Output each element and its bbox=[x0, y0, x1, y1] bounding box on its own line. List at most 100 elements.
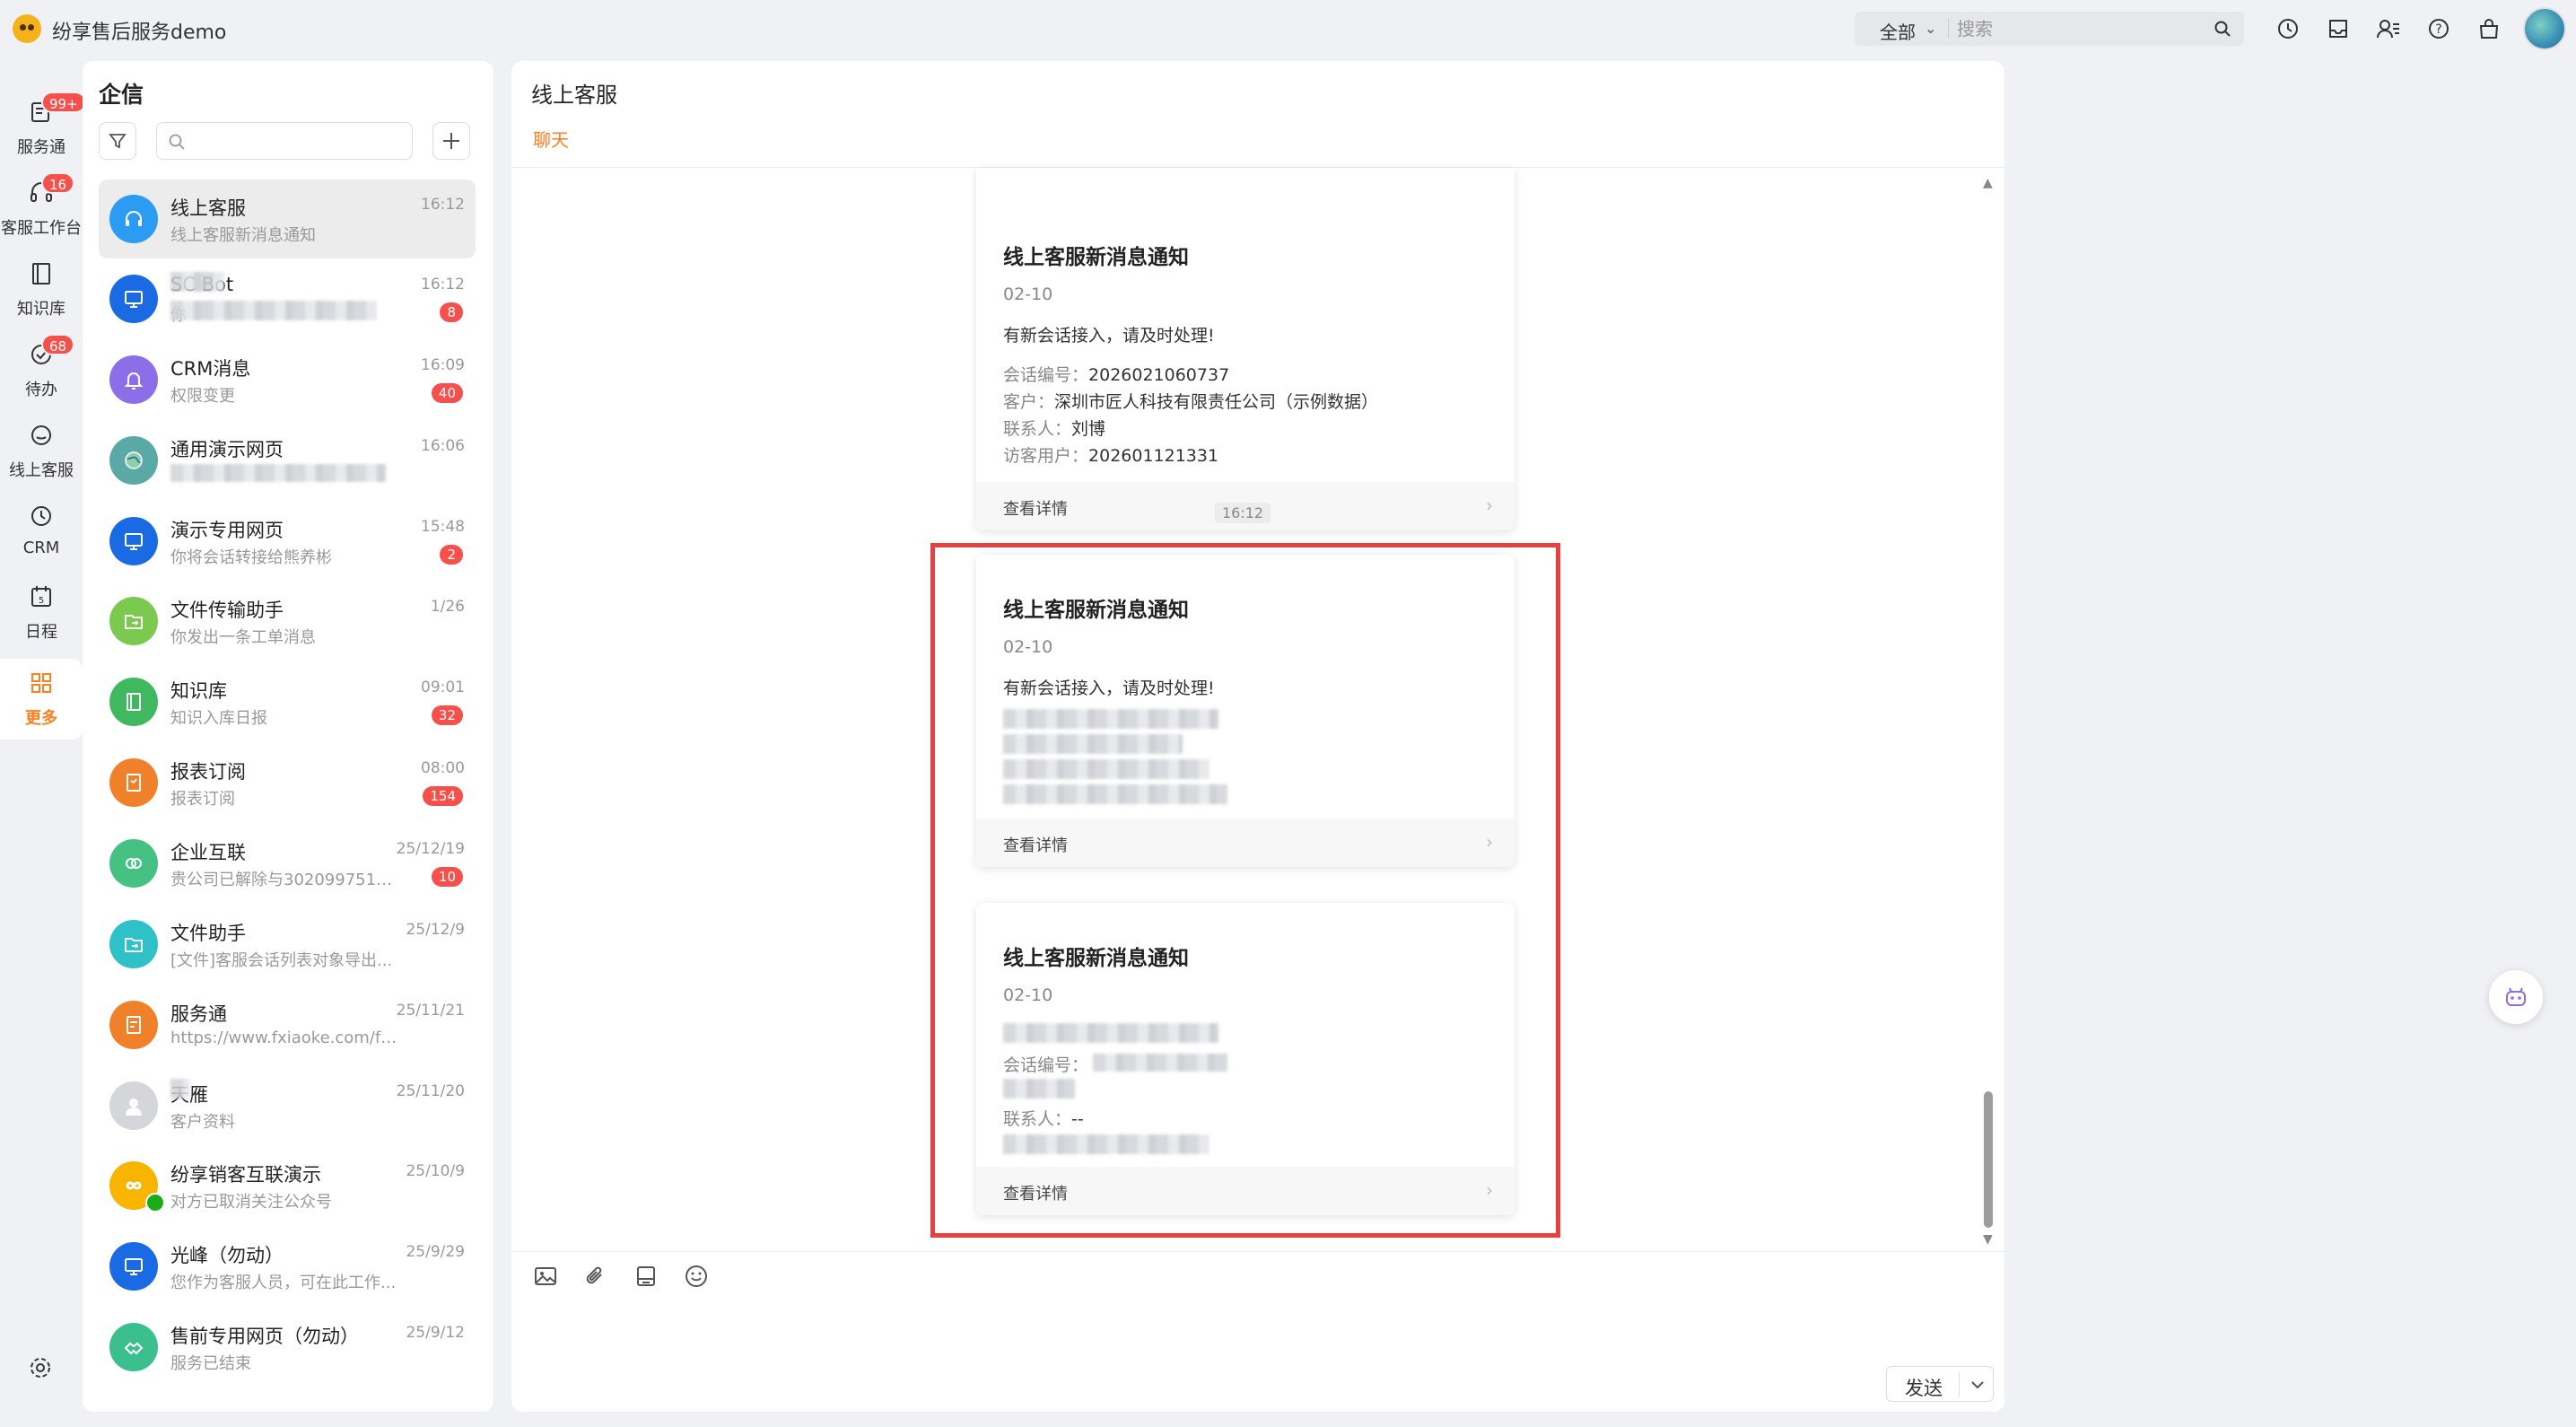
conversation-time: 16:12 bbox=[421, 196, 465, 214]
highlight-annotation-box bbox=[930, 543, 1560, 1238]
user-avatar[interactable] bbox=[2523, 7, 2566, 50]
conversation-item[interactable]: CRM消息 权限变更 16:09 40 bbox=[99, 340, 476, 419]
conversation-time: 16:06 bbox=[421, 437, 465, 455]
redacted-text bbox=[170, 272, 224, 292]
compose-toolbar bbox=[531, 1262, 711, 1294]
message-input[interactable] bbox=[531, 1303, 1967, 1375]
contacts-icon[interactable] bbox=[2374, 14, 2403, 43]
infinity-icon bbox=[126, 1181, 142, 1190]
nav-badge: 68 bbox=[41, 334, 75, 355]
card-field-contact: 联系人：刘博 bbox=[1003, 416, 1105, 440]
search-input[interactable] bbox=[1957, 15, 2190, 42]
conversation-item[interactable]: 服务通 https://www.fxiaoke.com/fsh5... 25/11/… bbox=[99, 985, 476, 1064]
conversation-search-input[interactable] bbox=[156, 122, 413, 160]
bell-icon bbox=[124, 372, 144, 390]
conversation-name: 售前专用网页（勿动） bbox=[170, 1326, 359, 1347]
search-icon[interactable] bbox=[2214, 20, 2231, 38]
handshake-icon bbox=[124, 1342, 144, 1355]
conversation-name: 通用演示网页 bbox=[170, 439, 284, 460]
conversation-time: 09:01 bbox=[421, 678, 465, 696]
send-button[interactable]: 发送 bbox=[1886, 1366, 1994, 1402]
attachment-icon[interactable] bbox=[581, 1262, 610, 1291]
ai-assistant-bot-icon[interactable] bbox=[2489, 970, 2543, 1024]
conversation-time: 25/9/12 bbox=[406, 1324, 465, 1342]
conversation-preview: 线上客服新消息通知 bbox=[170, 226, 316, 245]
conversation-item[interactable]: 文件助手 [文件]客服会话列表对象导出... 25/12/9 bbox=[99, 905, 476, 984]
conversation-item[interactable]: 演示专用网页 你将会话转接给熊养彬 15:48 2 bbox=[99, 502, 476, 581]
field-label: 联系人： bbox=[1003, 419, 1072, 439]
chat-title: 线上客服 bbox=[531, 83, 617, 108]
conversation-item[interactable]: 光峰（勿动） 您作为客服人员，可在此工作... 25/9/29 bbox=[99, 1227, 476, 1306]
nav-label: 日程 bbox=[25, 623, 57, 642]
filter-button[interactable] bbox=[99, 122, 136, 160]
quick-reply-icon[interactable] bbox=[632, 1262, 660, 1291]
conversation-item[interactable]: SC Bot你16:128 bbox=[99, 259, 476, 338]
add-conversation-button[interactable] bbox=[432, 122, 470, 160]
nav-item-service[interactable]: 99+ 服务通 bbox=[0, 88, 86, 169]
conversation-item[interactable]: 售前专用网页（勿动） 服务已结束 25/9/12 bbox=[99, 1308, 476, 1387]
inbox-icon[interactable] bbox=[2324, 14, 2353, 43]
svg-text:?: ? bbox=[2435, 22, 2441, 37]
grid-icon bbox=[31, 673, 51, 693]
conversation-name: 服务通 bbox=[170, 1003, 227, 1025]
conversation-item[interactable]: 纷享销客互联演示 对方已取消关注公众号 25/10/9 bbox=[99, 1146, 476, 1225]
conversation-item[interactable]: 线上客服 线上客服新消息通知 16:12 bbox=[99, 179, 476, 258]
chevron-down-icon[interactable]: ⌄ bbox=[1925, 20, 1936, 37]
conversation-item[interactable]: 企业互联 贵公司已解除与302099751的... 25/12/19 10 bbox=[99, 824, 476, 903]
filter-icon bbox=[109, 134, 127, 149]
conversation-avatar bbox=[109, 1001, 158, 1049]
left-nav: 99+ 服务通 16 客服工作台 知识库 68 待办 线上客服 CRM 5 日程… bbox=[0, 57, 86, 1427]
emoji-icon[interactable] bbox=[682, 1262, 711, 1291]
conversation-item[interactable]: 知识库 知识入库日报 09:01 32 bbox=[99, 662, 476, 741]
card-title: 线上客服新消息通知 bbox=[1003, 246, 1189, 269]
conversation-item[interactable]: 文件传输助手 你发出一条工单消息 1/26 bbox=[99, 582, 476, 661]
search-divider bbox=[1948, 19, 1949, 39]
conversation-name: 纷享销客互联演示 bbox=[170, 1164, 321, 1186]
conversation-name: 演示专用网页 bbox=[170, 520, 284, 541]
unread-badge: 154 bbox=[423, 786, 463, 806]
tab-chat[interactable]: 聊天 bbox=[533, 126, 569, 152]
scrollbar-thumb[interactable] bbox=[1984, 1091, 1993, 1228]
chevron-down-icon[interactable] bbox=[1966, 1372, 1989, 1397]
nav-item-calendar[interactable]: 5 日程 bbox=[0, 573, 83, 653]
field-value: 2026021060737 bbox=[1088, 365, 1230, 385]
book-icon bbox=[127, 693, 141, 711]
conversation-time: 25/12/9 bbox=[406, 921, 465, 939]
conversation-avatar bbox=[109, 678, 158, 726]
conversation-item[interactable]: 天雁客户资料25/11/20 bbox=[99, 1066, 476, 1145]
scroll-down-arrow-icon[interactable]: ▼ bbox=[1983, 1232, 1993, 1247]
nav-item-online-service[interactable]: 线上客服 bbox=[0, 411, 83, 492]
nav-item-knowledge[interactable]: 知识库 bbox=[0, 250, 83, 330]
nav-badge: 16 bbox=[41, 172, 75, 194]
bag-icon[interactable] bbox=[2475, 14, 2503, 43]
settings-gear-icon[interactable] bbox=[27, 1354, 54, 1381]
nav-item-crm[interactable]: CRM bbox=[0, 492, 83, 573]
global-search[interactable]: 全部 ⌄ bbox=[1855, 12, 2244, 46]
conversation-preview: https://www.fxiaoke.com/fsh5... bbox=[170, 1029, 399, 1047]
help-icon[interactable]: ? bbox=[2424, 14, 2453, 43]
globe-icon bbox=[125, 451, 143, 469]
image-icon[interactable] bbox=[531, 1262, 560, 1291]
clock-icon[interactable] bbox=[2274, 14, 2302, 43]
unread-badge: 32 bbox=[431, 705, 463, 725]
notification-card[interactable]: 线上客服新消息通知 02-10 有新会话接入，请及时处理! 会话编号：20260… bbox=[976, 168, 1515, 530]
conversation-time: 1/26 bbox=[430, 598, 465, 616]
conversation-item[interactable]: 通用演示网页 16:06 bbox=[99, 421, 476, 500]
book-icon bbox=[32, 263, 50, 285]
conversation-time: 25/10/9 bbox=[406, 1162, 465, 1180]
folder-icon bbox=[125, 615, 143, 629]
conversation-avatar bbox=[109, 436, 158, 485]
conversation-avatar bbox=[109, 920, 158, 968]
conversation-avatar bbox=[109, 1323, 158, 1371]
conversation-preview: 你将会话转接给熊养彬 bbox=[170, 548, 332, 567]
nav-item-todo[interactable]: 68 待办 bbox=[0, 330, 83, 411]
nav-item-more[interactable]: 更多 bbox=[0, 659, 83, 740]
conversation-time: 08:00 bbox=[421, 759, 465, 777]
app-title: 纷享售后服务demo bbox=[52, 22, 227, 44]
person-icon bbox=[126, 1099, 142, 1116]
conversation-item[interactable]: 报表订阅 报表订阅 08:00 154 bbox=[99, 743, 476, 822]
scroll-up-arrow-icon[interactable]: ▲ bbox=[1983, 176, 1993, 190]
nav-item-agent-desk[interactable]: 16 客服工作台 bbox=[0, 169, 83, 250]
field-value: 202601121331 bbox=[1088, 446, 1219, 466]
search-scope-select[interactable]: 全部 bbox=[1880, 18, 1916, 44]
